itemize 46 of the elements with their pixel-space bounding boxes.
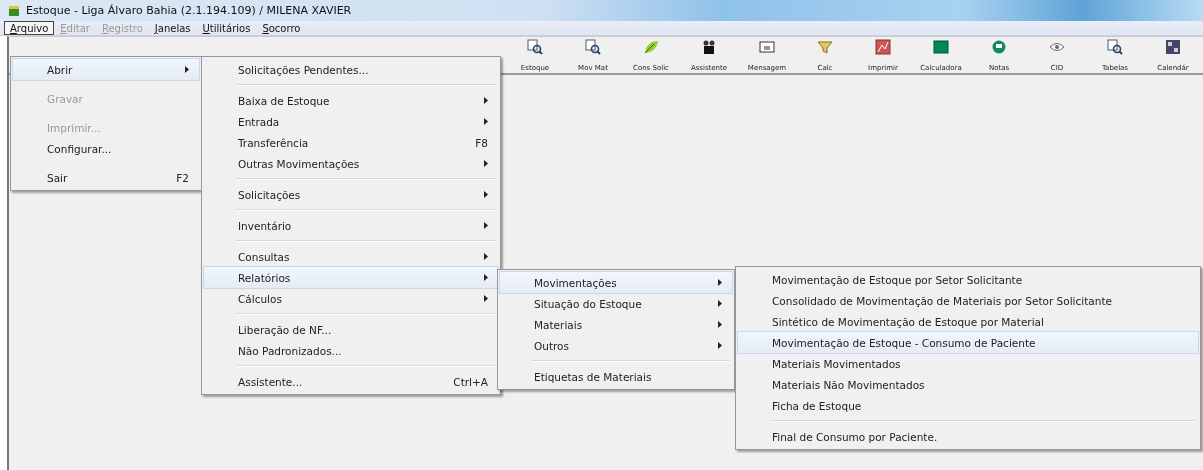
magnifier-icon	[1107, 39, 1123, 55]
menu-item[interactable]: Sair F2	[13, 167, 199, 188]
menu-bar-item[interactable]: Utilitários	[196, 21, 257, 35]
chart-icon	[875, 39, 891, 55]
menu-item[interactable]: Consultas	[204, 246, 498, 267]
menu-item[interactable]: Ficha de Estoque	[738, 395, 1198, 416]
menu-item[interactable]: Movimentações	[500, 272, 732, 293]
menu-item[interactable]: Relatórios	[204, 267, 498, 288]
grid-icon	[1165, 39, 1181, 55]
menu-item[interactable]: Solicitações Pendentes...	[204, 59, 498, 80]
menu-item[interactable]: Final de Consumo por Paciente.	[738, 426, 1198, 447]
monitor-icon	[759, 39, 775, 55]
menu-item[interactable]: Transferência F8	[204, 132, 498, 153]
magnifier-icon	[585, 39, 601, 55]
menu-bar-item[interactable]: Arquivo	[4, 21, 55, 35]
menu-item[interactable]: Configurar...	[13, 138, 199, 159]
menu-bar-item[interactable]: Socorro	[256, 21, 307, 35]
menu-item[interactable]: Solicitações	[204, 184, 498, 205]
app-icon	[8, 4, 20, 17]
menu-item[interactable]: Sintético de Movimentação de Estoque por Material	[738, 311, 1198, 332]
menu-item[interactable]: Etiquetas de Materiais	[500, 366, 732, 387]
menu-item[interactable]: Situação do Estoque	[500, 293, 732, 314]
menu-item[interactable]: Inventário	[204, 215, 498, 236]
menu-item[interactable]: Materiais Movimentados	[738, 353, 1198, 374]
menu-item[interactable]: Baixa de Estoque	[204, 90, 498, 111]
chat-icon	[991, 39, 1007, 55]
window-title: Estoque - Liga Álvaro Bahia (2.1.194.109) / MILENA XAVIER	[26, 4, 352, 17]
square-icon	[933, 39, 949, 55]
menu-item[interactable]: Outras Movimentações	[204, 153, 498, 174]
menu-item[interactable]: Movimentação de Estoque por Setor Solicitante	[738, 269, 1198, 290]
menu-item[interactable]: Materiais	[500, 314, 732, 335]
pot-icon	[701, 39, 717, 55]
menu-item[interactable]: Entrada	[204, 111, 498, 132]
funnel-icon	[817, 39, 833, 55]
menu-item[interactable]: Liberação de NF...	[204, 319, 498, 340]
menu-item[interactable]: Outros	[500, 335, 732, 356]
menu-item[interactable]: Não Padronizados...	[204, 340, 498, 361]
menu-bar-item[interactable]: Janelas	[148, 21, 197, 35]
menu-item[interactable]: Assistente... Ctrl+A	[204, 371, 498, 392]
menu-item[interactable]: Cálculos	[204, 288, 498, 309]
menu-item[interactable]: Materiais Não Movimentados	[738, 374, 1198, 395]
menu-item[interactable]: Consolidado de Movimentação de Materiais por Setor Solicitante	[738, 290, 1198, 311]
magnifier-icon	[527, 39, 543, 55]
menu-item[interactable]: Movimentação de Estoque - Consumo de Paciente	[738, 332, 1198, 353]
menu-item[interactable]: Abrir	[13, 59, 199, 80]
leaf-icon	[643, 39, 659, 55]
